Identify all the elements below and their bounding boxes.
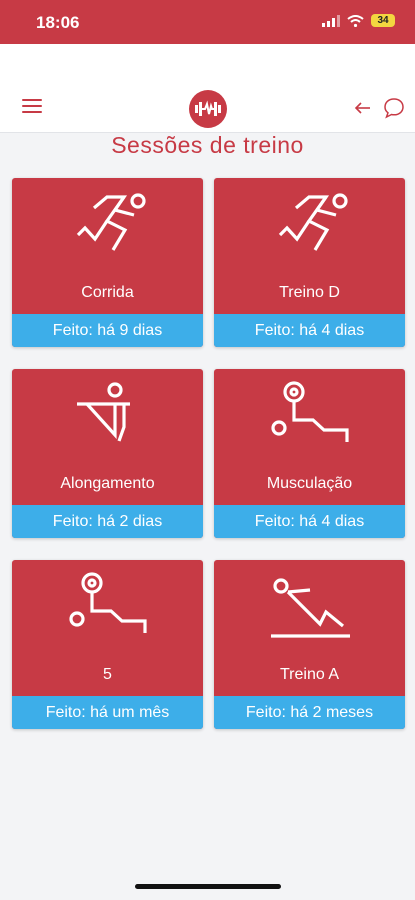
app-header <box>0 44 415 133</box>
session-status: Feito: há 4 dias <box>214 505 405 538</box>
session-status: Feito: há 9 dias <box>12 314 203 347</box>
status-bar: 18:06 34 <box>0 0 415 44</box>
session-name: Alongamento <box>60 475 155 492</box>
session-name: Treino D <box>279 284 340 301</box>
session-status: Feito: há 2 dias <box>12 505 203 538</box>
weightlifting-icon <box>271 381 349 442</box>
session-status: Feito: há 4 dias <box>214 314 405 347</box>
session-card-5[interactable]: 5 Feito: há um mês <box>12 560 203 729</box>
session-card-musculacao[interactable]: Musculação Feito: há 4 dias <box>214 369 405 538</box>
status-icons: 34 <box>322 14 395 27</box>
home-indicator[interactable] <box>135 884 281 889</box>
session-card-treino-a[interactable]: Treino A Feito: há 2 meses <box>214 560 405 729</box>
stretching-icon <box>77 382 130 442</box>
chat-bubble-icon[interactable] <box>382 96 406 120</box>
arrow-left-icon[interactable] <box>354 99 372 117</box>
page-title: Sessões de treino <box>111 132 304 158</box>
dumbbell-logo-icon <box>189 90 227 128</box>
status-time: 18:06 <box>36 13 80 32</box>
running-icon <box>278 193 348 251</box>
wifi-icon <box>347 14 364 27</box>
battery-indicator: 34 <box>371 14 395 27</box>
weightlifting-icon <box>69 572 147 633</box>
session-name: Musculação <box>266 475 353 492</box>
session-status: Feito: há um mês <box>12 696 203 729</box>
session-name: Corrida <box>81 284 134 301</box>
session-card-alongamento[interactable]: Alongamento Feito: há 2 dias <box>12 369 203 538</box>
situp-icon <box>271 578 350 638</box>
session-name: Treino A <box>280 666 339 683</box>
session-status: Feito: há 2 meses <box>214 696 405 729</box>
hamburger-icon[interactable] <box>22 99 46 117</box>
signal-icon <box>322 14 340 27</box>
session-card-corrida[interactable]: Corrida Feito: há 9 dias <box>12 178 203 347</box>
session-card-treino-d[interactable]: Treino D Feito: há 4 dias <box>214 178 405 347</box>
running-icon <box>76 193 146 251</box>
session-name: 5 <box>103 666 112 683</box>
